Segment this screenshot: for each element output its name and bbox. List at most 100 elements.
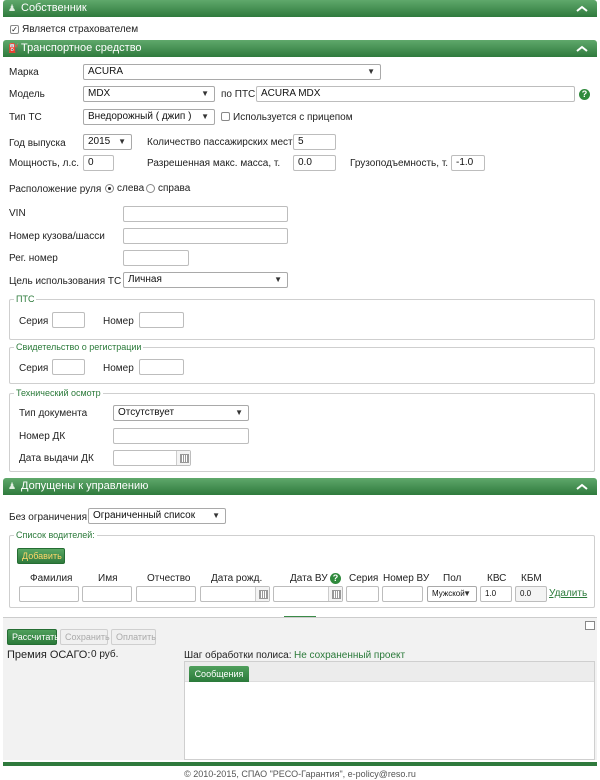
step-label: Шаг обработки полиса: — [184, 650, 292, 661]
messages-tab[interactable]: Сообщения — [189, 666, 249, 682]
driver-patronymic-input[interactable] — [136, 586, 196, 602]
dk-date-input[interactable] — [113, 450, 191, 466]
drivers-panel-header[interactable]: ♟ Допущены к управлению — [3, 478, 597, 495]
chevron-up-icon[interactable] — [575, 44, 589, 54]
type-select[interactable]: Внедорожный ( джип ) ▼ — [83, 109, 215, 125]
dropdown-arrow-icon: ▼ — [118, 137, 126, 146]
type-select-value: Внедорожный ( джип ) — [88, 111, 192, 122]
dk-date-label: Дата выдачи ДК — [19, 453, 94, 464]
steering-right-radio[interactable] — [146, 184, 155, 193]
pts-group-title: ПТС — [16, 294, 35, 304]
driver-surname-input[interactable] — [19, 586, 79, 602]
doc-type-label: Тип документа — [19, 408, 88, 419]
pts-number-input[interactable] — [139, 312, 184, 328]
capacity-label: Грузоподъемность, т. — [350, 158, 449, 169]
pay-button[interactable]: Оплатить — [111, 629, 156, 645]
col-surname: Фамилия — [30, 573, 73, 584]
calculate-button[interactable]: Рассчитать — [7, 629, 59, 645]
trailer-checkbox[interactable] — [221, 112, 230, 121]
col-kvs: КВС — [487, 573, 507, 584]
col-name: Имя — [98, 573, 118, 584]
owner-panel-header[interactable]: ♟ Собственник — [3, 0, 597, 17]
dropdown-arrow-icon: ▼ — [201, 89, 209, 98]
max-mass-input[interactable]: 0.0 — [293, 155, 336, 171]
driver-license-date-input[interactable] — [273, 586, 343, 602]
pts-series-input[interactable] — [52, 312, 85, 328]
restriction-select[interactable]: Ограниченный список ▼ — [88, 508, 226, 524]
step-value: Не сохраненный проект — [294, 650, 406, 661]
dk-number-label: Номер ДК — [19, 431, 66, 442]
model-select[interactable]: MDX ▼ — [83, 86, 215, 102]
driver-kvs-input[interactable]: 1.0 — [480, 586, 512, 602]
chevron-up-icon[interactable] — [575, 482, 589, 492]
purpose-label: Цель использования ТС — [9, 276, 122, 287]
dropdown-arrow-icon: ▼ — [367, 67, 375, 76]
calendar-icon[interactable] — [328, 587, 342, 601]
power-input[interactable]: 0 — [83, 155, 114, 171]
driver-birth-date-input[interactable] — [200, 586, 270, 602]
body-number-input[interactable] — [123, 228, 288, 244]
reg-cert-series-label: Серия — [19, 363, 49, 374]
reg-cert-group: Свидетельство о регистрации — [9, 342, 595, 384]
vin-input[interactable] — [123, 206, 288, 222]
body-number-label: Номер кузова/шасси — [9, 231, 105, 242]
year-select[interactable]: 2015 ▼ — [83, 134, 132, 150]
col-kbm: КБМ — [521, 573, 542, 584]
calendar-icon[interactable] — [176, 451, 190, 465]
reg-cert-series-input[interactable] — [52, 359, 85, 375]
delete-driver-link[interactable]: Удалить — [549, 588, 587, 599]
reg-number-input[interactable] — [123, 250, 189, 266]
max-mass-label: Разрешенная макс. масса, т. — [147, 158, 281, 169]
messages-panel: Сообщения — [184, 661, 595, 760]
col-series: Серия — [349, 573, 379, 584]
drivers-list-title: Список водителей: — [16, 530, 95, 540]
maximize-icon[interactable] — [585, 621, 595, 630]
restriction-select-value: Ограниченный список — [93, 510, 196, 521]
col-license-date: Дата ВУ — [290, 573, 328, 584]
brand-select[interactable]: ACURA ▼ — [83, 64, 381, 80]
vehicle-panel-header[interactable]: ⛽ Транспортное средство — [3, 40, 597, 57]
is-insurer-label: Является страхователем — [22, 24, 139, 35]
premium-label: Премия ОСАГО: — [7, 649, 91, 661]
steering-label: Расположение руля — [9, 184, 102, 195]
dk-number-input[interactable] — [113, 428, 249, 444]
power-label: Мощность, л.с. — [9, 158, 80, 169]
driver-gender-select[interactable]: Мужской ▼ — [427, 586, 477, 602]
brand-select-value: ACURA — [88, 66, 124, 77]
footer-bar — [3, 762, 597, 766]
add-driver-button[interactable]: Добавить — [17, 548, 65, 564]
seats-label: Количество пассажирских мест — [147, 137, 293, 148]
model-label: Модель — [9, 89, 45, 100]
dropdown-arrow-icon: ▼ — [463, 589, 471, 598]
pts-model-label: по ПТС — [221, 89, 256, 100]
trailer-label: Используется с прицепом — [233, 112, 353, 123]
col-birth-date: Дата рожд. — [211, 573, 263, 584]
year-label: Год выпуска — [9, 138, 66, 149]
user-icon: ♟ — [8, 3, 17, 13]
capacity-input[interactable]: -1.0 — [451, 155, 485, 171]
calendar-icon[interactable] — [255, 587, 269, 601]
doc-type-select[interactable]: Отсутствует ▼ — [113, 405, 249, 421]
save-button[interactable]: Сохранить — [60, 629, 110, 645]
driver-license-number-input[interactable] — [382, 586, 423, 602]
owner-panel-title: Собственник — [21, 2, 87, 14]
steering-left-radio[interactable] — [105, 184, 114, 193]
dropdown-arrow-icon: ▼ — [235, 408, 243, 417]
premium-value: 0 руб. — [91, 649, 119, 660]
pts-model-input[interactable]: ACURA MDX — [256, 86, 575, 102]
help-icon[interactable]: ? — [330, 573, 341, 584]
doc-type-select-value: Отсутствует — [118, 407, 175, 418]
reg-cert-number-input[interactable] — [139, 359, 184, 375]
inspection-group: Технический осмотр — [9, 388, 595, 472]
seats-input[interactable]: 5 — [293, 134, 336, 150]
col-license-number: Номер ВУ — [383, 573, 430, 584]
vehicle-panel-title: Транспортное средство — [21, 42, 142, 54]
reg-cert-group-title: Свидетельство о регистрации — [16, 342, 142, 352]
driver-series-input[interactable] — [346, 586, 379, 602]
is-insurer-checkbox[interactable]: ✓ — [10, 25, 19, 34]
inspection-group-title: Технический осмотр — [16, 388, 101, 398]
purpose-select[interactable]: Личная ▼ — [123, 272, 288, 288]
driver-name-input[interactable] — [82, 586, 132, 602]
chevron-up-icon[interactable] — [575, 4, 589, 14]
help-icon[interactable]: ? — [579, 89, 590, 100]
